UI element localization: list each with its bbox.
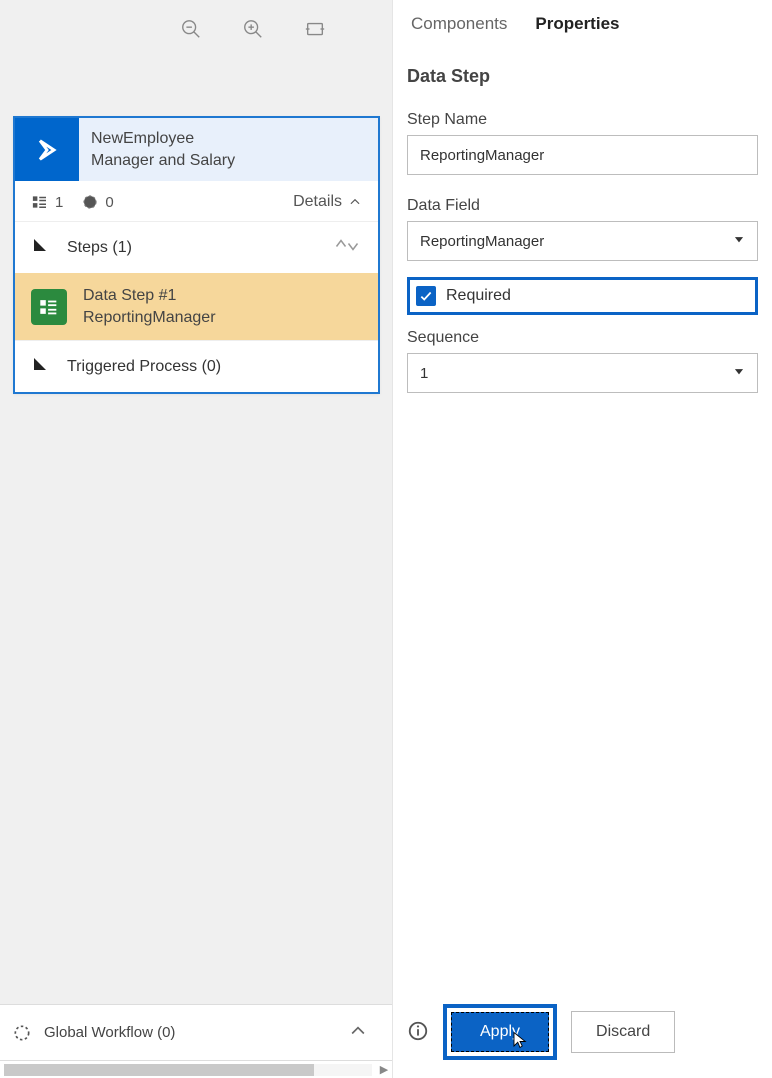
info-icon[interactable] (407, 1020, 429, 1045)
stage-title-line1: NewEmployee (91, 128, 235, 150)
sequence-label: Sequence (407, 329, 758, 347)
triangle-icon (31, 355, 49, 378)
properties-panel: Components Properties Data Step Step Nam… (392, 0, 772, 1078)
data-step-icon (31, 289, 67, 325)
steps-section-row[interactable]: Steps (1) (15, 221, 378, 273)
required-checkbox[interactable] (416, 286, 436, 306)
discard-button[interactable]: Discard (571, 1011, 675, 1053)
required-checkbox-row[interactable]: Required (407, 277, 758, 315)
scrollbar-thumb[interactable] (4, 1064, 314, 1076)
triggered-process-label: Triggered Process (0) (67, 358, 221, 376)
stage-header[interactable]: NewEmployee Manager and Salary (15, 118, 378, 181)
stage-card[interactable]: NewEmployee Manager and Salary 1 0 (13, 116, 380, 394)
sequence-select[interactable]: 1 (407, 353, 758, 393)
global-workflow-bar[interactable]: Global Workflow (0) (0, 1004, 392, 1060)
canvas-area[interactable]: NewEmployee Manager and Salary 1 0 (0, 0, 392, 1004)
required-label: Required (446, 287, 511, 305)
steps-count-value: 1 (55, 194, 63, 211)
panel-tabs: Components Properties (407, 0, 758, 48)
details-label: Details (293, 193, 342, 211)
step-name-label: Step Name (407, 111, 758, 129)
data-field-label: Data Field (407, 197, 758, 215)
stage-chevron-icon (15, 118, 79, 181)
scroll-right-arrow[interactable]: ▶ (376, 1063, 392, 1076)
data-field-select[interactable]: ReportingManager (407, 221, 758, 261)
stage-title-line2: Manager and Salary (91, 150, 235, 172)
tab-properties[interactable]: Properties (535, 14, 619, 38)
apply-button[interactable]: Apply (451, 1012, 549, 1052)
trigger-count-value: 0 (105, 194, 113, 211)
details-toggle[interactable]: Details (293, 193, 362, 211)
horizontal-scrollbar[interactable]: ▶ (0, 1060, 392, 1078)
chevron-up-icon (348, 195, 362, 209)
data-step-line1: Data Step #1 (83, 285, 216, 307)
scrollbar-track[interactable] (4, 1064, 372, 1076)
workflow-icon (12, 1023, 32, 1043)
stage-meta-row: 1 0 Details (15, 181, 378, 221)
data-step-text: Data Step #1 ReportingManager (83, 285, 216, 328)
tab-components[interactable]: Components (411, 14, 507, 38)
data-step-line2: ReportingManager (83, 307, 216, 329)
step-name-input[interactable] (407, 135, 758, 175)
chevron-up-icon[interactable] (348, 1021, 380, 1045)
global-workflow-label: Global Workflow (0) (44, 1024, 175, 1041)
triggered-process-row[interactable]: Triggered Process (0) (15, 340, 378, 392)
panel-subtitle: Data Step (407, 48, 758, 101)
panel-footer: Apply Discard (407, 1004, 758, 1060)
zoom-in-icon[interactable] (242, 18, 264, 40)
apply-highlight: Apply (443, 1004, 557, 1060)
canvas-panel: NewEmployee Manager and Salary 1 0 (0, 0, 392, 1078)
triangle-icon (31, 236, 49, 259)
steps-count-icon: 1 (31, 193, 63, 211)
canvas-toolbar (180, 18, 326, 40)
reorder-icon[interactable] (332, 236, 362, 259)
fit-screen-icon[interactable] (304, 18, 326, 40)
zoom-out-icon[interactable] (180, 18, 202, 40)
data-step-row[interactable]: Data Step #1 ReportingManager (15, 273, 378, 340)
steps-section-label: Steps (1) (67, 239, 132, 257)
stage-title: NewEmployee Manager and Salary (79, 118, 247, 181)
trigger-count-icon: 0 (81, 193, 113, 211)
